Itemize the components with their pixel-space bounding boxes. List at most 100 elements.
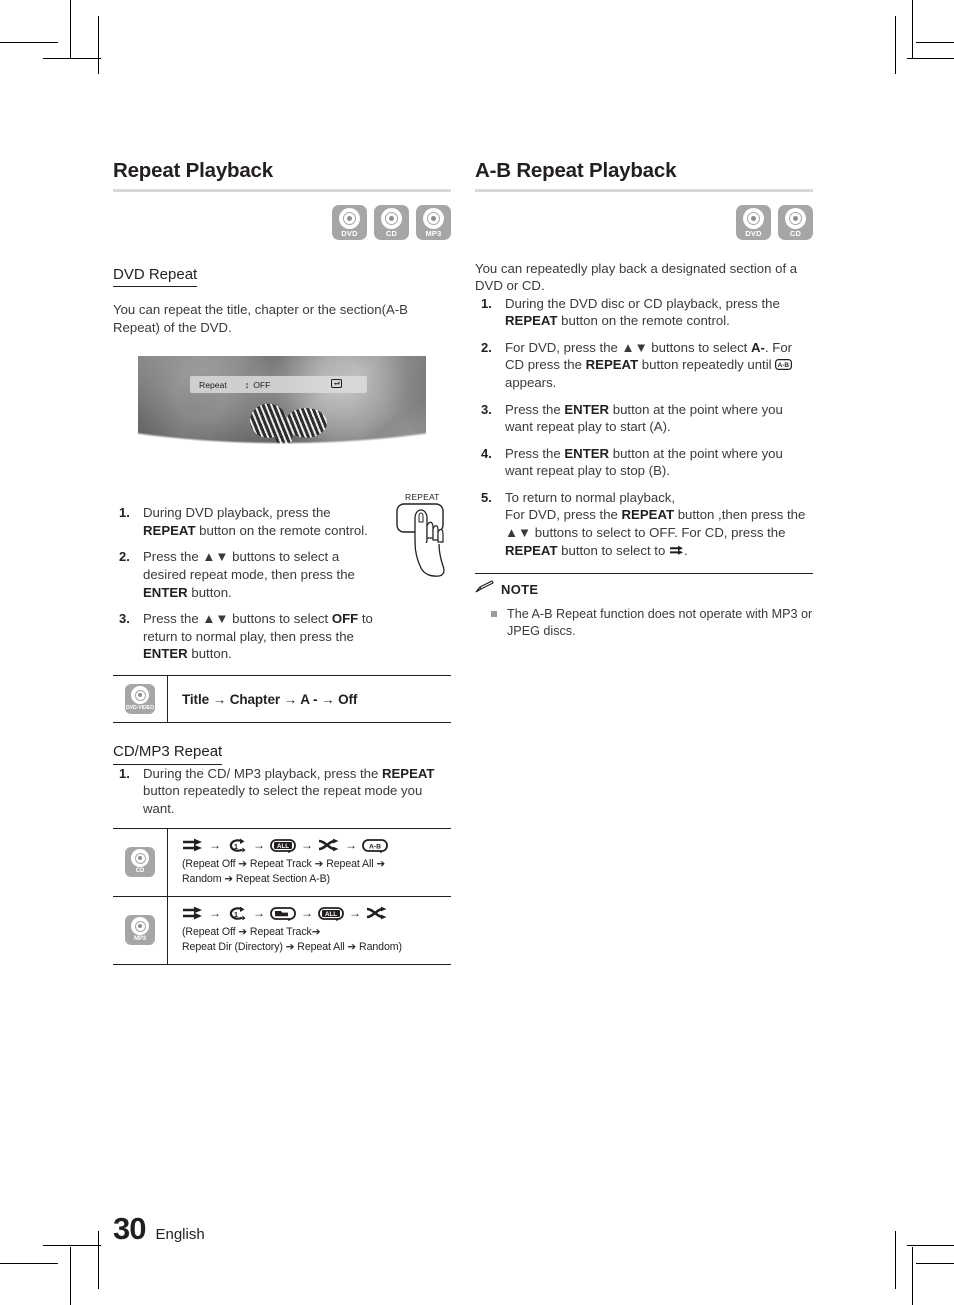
disc-badge-label: CD [135, 868, 145, 875]
disc-icon [381, 207, 402, 229]
repeat-sequence-caption: (Repeat Off ➔ Repeat Track ➔ Repeat All … [182, 857, 386, 870]
disc-badge-label: DVD [341, 228, 358, 238]
step-text: For DVD, press the ▲▼ buttons to select … [505, 339, 793, 390]
disc-badge-row-left: DVD CD MP3 [113, 204, 451, 240]
arrow-right-icon: → [301, 906, 313, 921]
step-text: During the DVD disc or CD playback, pres… [505, 295, 780, 329]
random-icon [318, 838, 340, 853]
crop-mark [907, 1245, 954, 1246]
disc-badge-cd: CD [125, 847, 155, 878]
repeat-sequence-caption: Repeat Dir (Directory) ➔ Repeat All ➔ Ra… [182, 940, 402, 953]
page-language: English [155, 1226, 205, 1243]
step-number: 3. [119, 611, 130, 627]
list-item: 5. To return to normal playback, For DVD, … [475, 489, 813, 559]
enter-return-icon [331, 379, 342, 390]
table-row: CD → 1 → ALL → → A-B (Repeat Off ➔ Repeat Track … [113, 828, 452, 897]
bullet-icon [491, 611, 497, 618]
table-row: MP3 → 1 → → ALL → (Repeat Off ➔ Repeat Track➔ Re… [113, 895, 451, 965]
step-number: 2. [481, 339, 492, 355]
repeat-off-icon [182, 906, 204, 921]
disc-icon-cell: MP3 [113, 895, 168, 965]
crop-mark [43, 58, 101, 59]
repeat-sequence-cell: → 1 → ALL → → A-B (Repeat Off ➔ Repeat Track ➔ … [168, 828, 452, 896]
page-content: Repeat Playback DVD CD MP3 DVD Repeat You … [113, 159, 841, 1170]
list-item: 3. Press the ▲▼ buttons to select OFF to … [113, 610, 381, 663]
repeat-sequence-caption: (Repeat Off ➔ Repeat Track➔ [182, 925, 321, 938]
disc-badge-mp3: MP3 [416, 204, 451, 240]
page-number: 30 [113, 1211, 146, 1246]
dvd-video-icon-label: DVD-VIDEO [126, 705, 154, 712]
disc-badge-row-right: DVD CD [475, 204, 813, 240]
subheading-dvd-repeat: DVD Repeat [113, 266, 198, 288]
crop-mark [916, 42, 954, 43]
svg-text:A-B: A-B [369, 843, 381, 850]
subheading-cd-mp3-repeat: CD/MP3 Repeat [113, 743, 223, 765]
list-item: 1. During the DVD disc or CD playback, pr… [475, 295, 813, 330]
dvd-video-disc-icon: DVD-VIDEO [125, 684, 155, 715]
arrow-right-icon: → [253, 906, 265, 921]
crop-mark [895, 1231, 896, 1289]
repeat-sequence-caption: Random ➔ Repeat Section A-B) [182, 872, 330, 885]
osd-label: Repeat [199, 379, 227, 390]
title-rule [113, 188, 451, 192]
disc-badge-label: MP3 [425, 228, 442, 238]
title-rule [475, 188, 813, 192]
arrow-right-icon: → [209, 906, 221, 921]
disc-icon [131, 849, 149, 868]
arrow-right-icon: → [301, 838, 313, 853]
disc-badge-label: DVD [745, 228, 762, 238]
page-footer: 30 English [113, 1211, 205, 1247]
dvd-repeat-intro: You can repeat the title, chapter or the… [113, 302, 408, 335]
arrow-right-icon: → [209, 838, 221, 853]
crop-mark [916, 1263, 954, 1264]
repeat-ab-icon: A-B [362, 838, 388, 853]
crop-mark [912, 0, 913, 58]
crop-mark [98, 1231, 99, 1289]
list-item: 2. Press the ▲▼ buttons to select a desir… [113, 548, 381, 601]
svg-text:1: 1 [234, 910, 239, 919]
left-column: Repeat Playback DVD CD MP3 DVD Repeat You … [113, 159, 452, 965]
repeat-all-icon: ALL [318, 906, 344, 921]
step-number: 5. [481, 489, 492, 505]
step-number: 3. [481, 401, 492, 417]
disc-icon [423, 207, 444, 229]
disc-badge-dvd: DVD [332, 204, 367, 240]
crop-mark [43, 1245, 101, 1246]
page-title-ab-repeat-playback: A-B Repeat Playback [475, 159, 677, 182]
arrow-right-icon: → [349, 906, 361, 921]
repeat-track-icon: 1 [226, 906, 248, 921]
repeat-track-icon: 1 [226, 838, 248, 853]
list-item: 2. For DVD, press the ▲▼ buttons to selec… [475, 339, 813, 392]
up-down-arrow-icon: ↕ [244, 379, 250, 390]
repeat-sequence-cell: → 1 → → ALL → (Repeat Off ➔ Repeat Track➔ Repea… [167, 895, 451, 965]
disc-badge-mp3: MP3 [125, 915, 155, 946]
cd-mp3-repeat-steps: 1. During the CD/ MP3 playback, press the… [113, 765, 451, 818]
dvd-mode-sequence-cell: Title → Chapter → A - → Off [168, 676, 452, 723]
repeat-off-icon [669, 543, 684, 558]
crop-mark [907, 58, 954, 59]
note-title: NOTE [501, 581, 539, 597]
dvd-video-icon-cell: DVD-VIDEO [113, 675, 168, 723]
repeat-ab-icon: A-B [775, 357, 793, 372]
crop-mark [0, 1263, 58, 1264]
dvd-mode-table: DVD-VIDEO Title → Chapter → A - → Off [113, 675, 452, 724]
list-item: 1. During DVD playback, press the REPEAT … [113, 504, 381, 539]
step-text: To return to normal playback, For DVD, pr… [505, 489, 806, 558]
note-list: The A-B Repeat function does not operate… [475, 606, 813, 640]
right-column: A-B Repeat Playback DVD CD You can repeat… [475, 159, 813, 640]
repeat-dir-icon [270, 906, 296, 921]
remote-button-label: REPEAT [405, 492, 440, 503]
dvd-mode-sequence: Title → Chapter → A - → Off [182, 691, 358, 707]
table-row: DVD-VIDEO Title → Chapter → A - → Off [113, 675, 452, 723]
svg-text:1: 1 [234, 842, 239, 851]
svg-text:A-B: A-B [778, 362, 790, 369]
pencil-icon [475, 580, 494, 598]
step-number: 1. [119, 505, 130, 521]
random-icon [366, 906, 388, 921]
svg-text:ALL: ALL [325, 911, 337, 918]
step-number: 1. [481, 295, 492, 311]
repeat-glyph-sequence: → 1 → ALL → → A-B [182, 838, 451, 853]
remote-repeat-button-illustration: REPEAT [395, 492, 457, 580]
crop-mark [70, 1247, 71, 1305]
arrow-right-icon: → [253, 838, 265, 853]
